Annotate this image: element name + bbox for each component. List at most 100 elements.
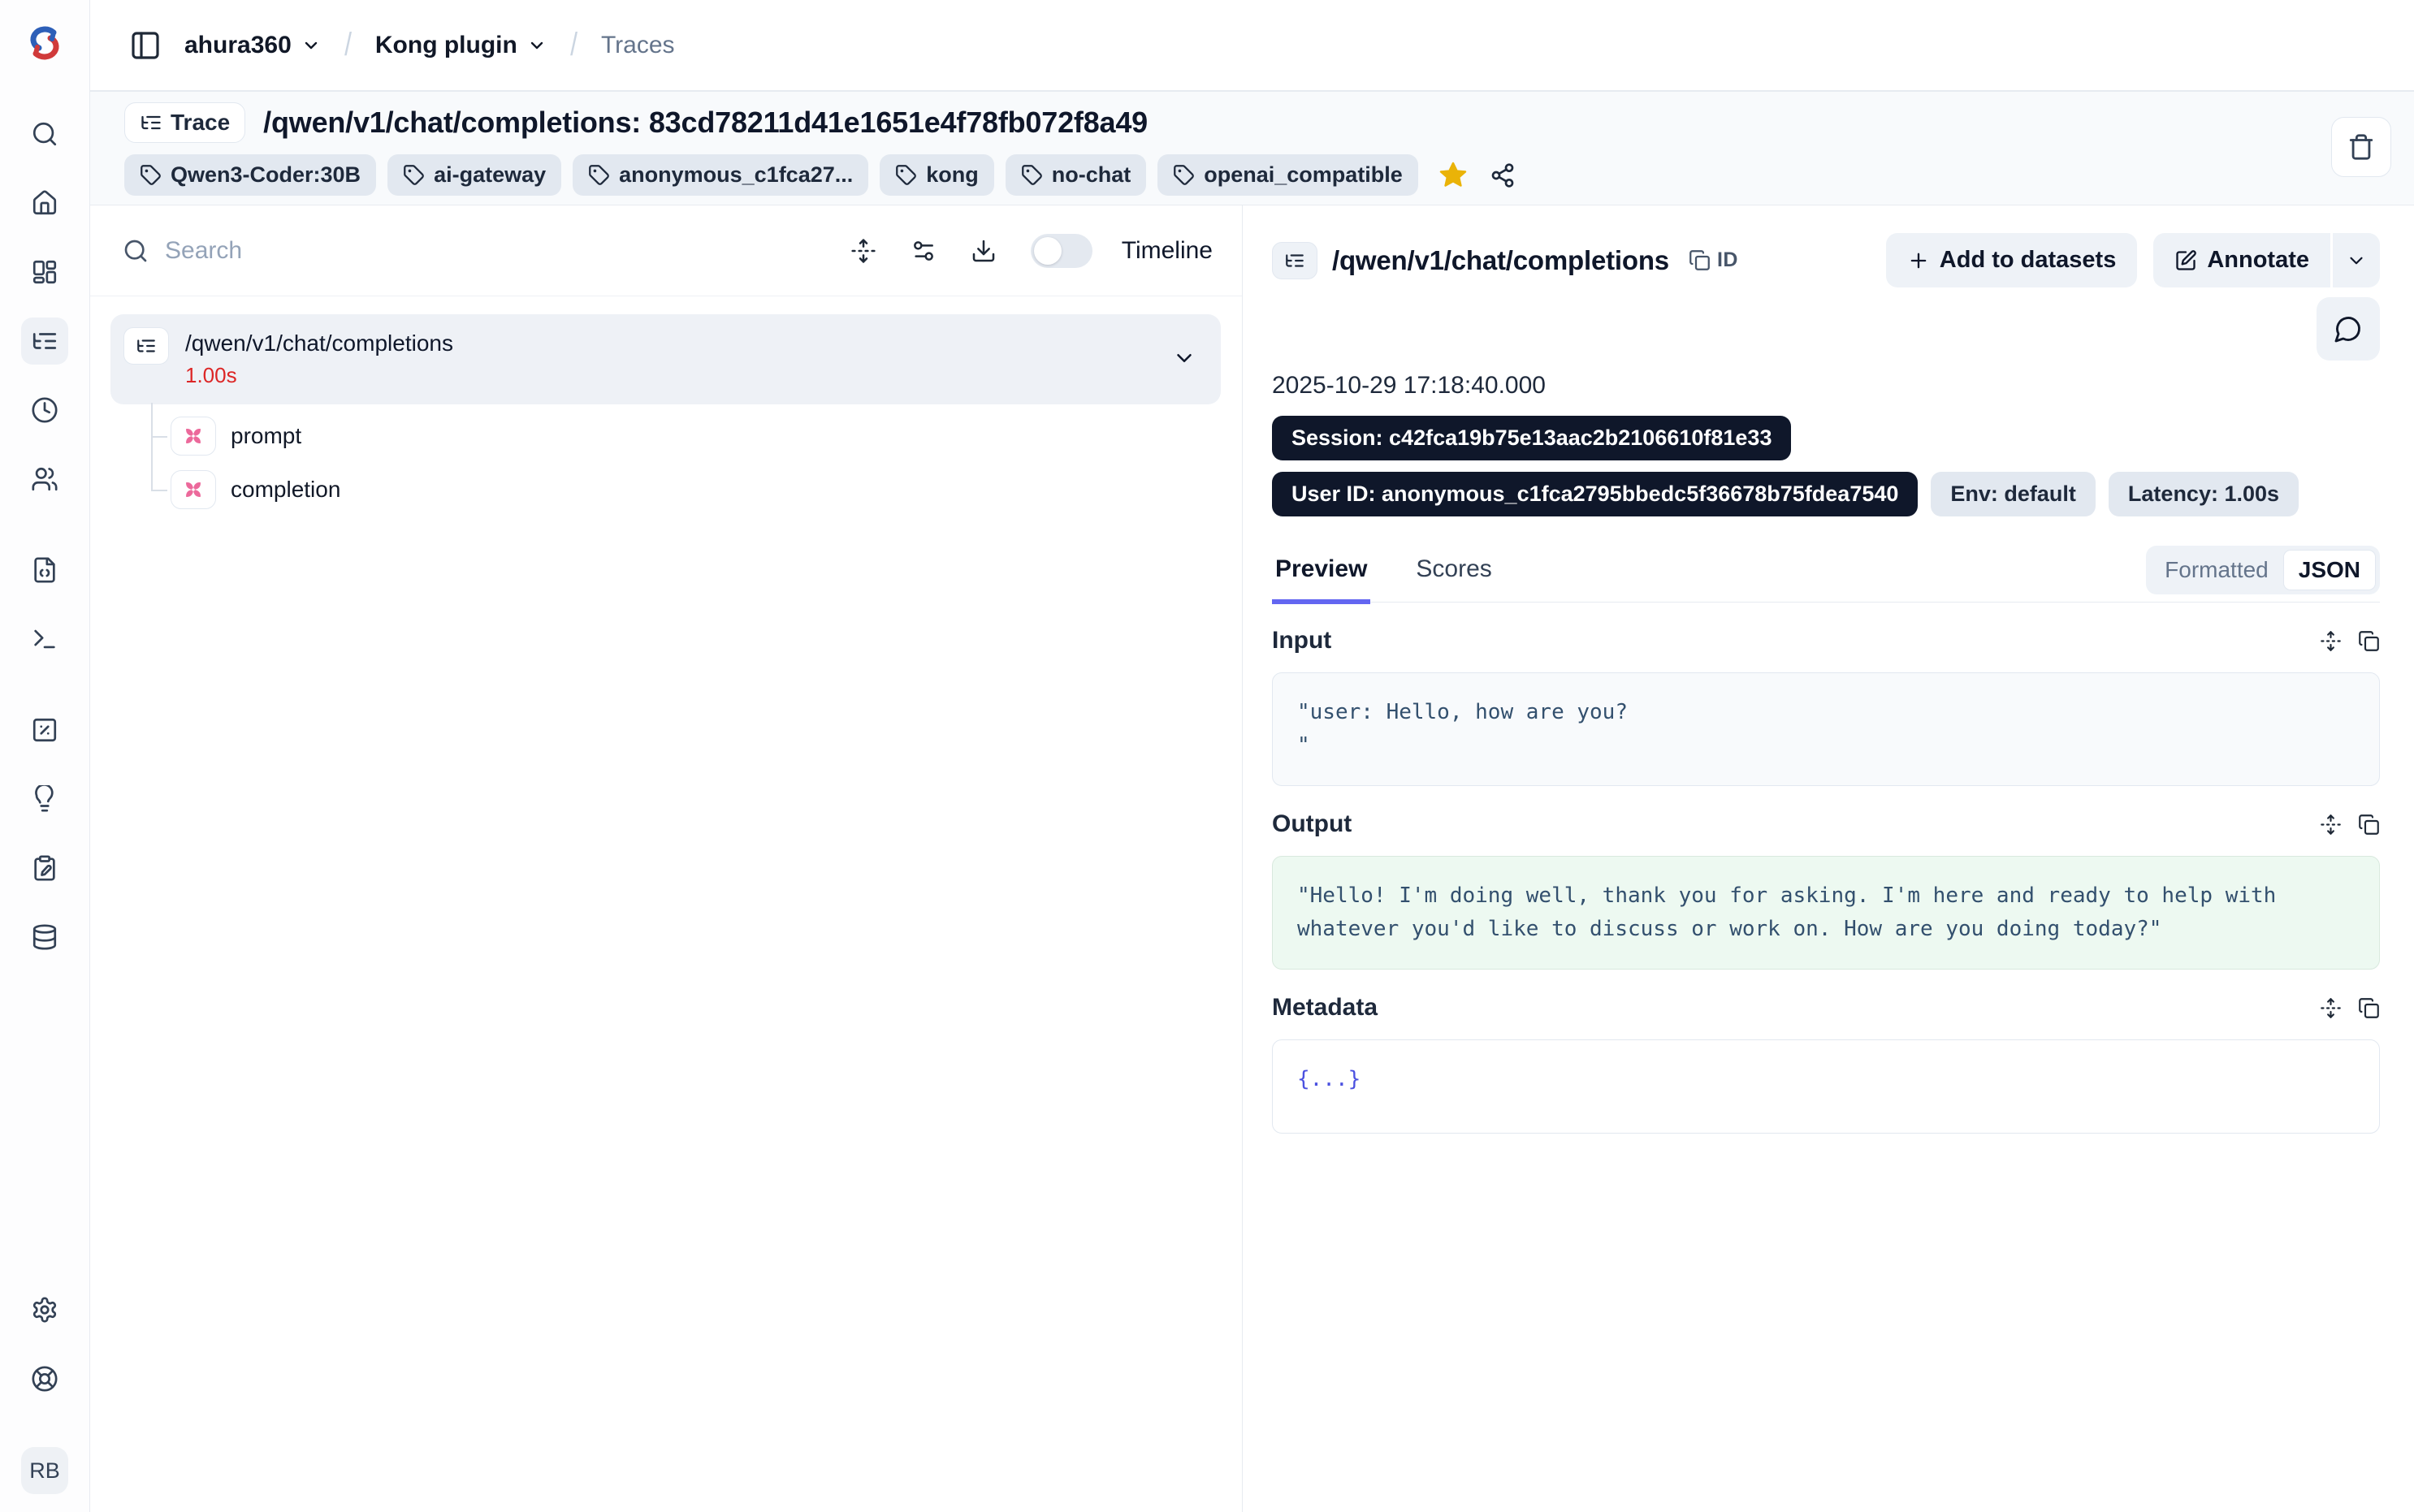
sidebar-nav (21, 110, 68, 961)
sidebar-item-dashboards[interactable] (21, 248, 68, 296)
breadcrumb-project[interactable]: Kong plugin (375, 32, 547, 59)
breadcrumb-org[interactable]: ahura360 (184, 32, 321, 59)
tag-chip[interactable]: anonymous_c1fca27... (573, 154, 868, 196)
copy-section-button[interactable] (2358, 997, 2380, 1019)
copy-icon (2358, 997, 2380, 1019)
input-section-title: Input (1272, 627, 1331, 654)
breadcrumb-page[interactable]: Traces (601, 32, 675, 59)
event-pinwheel-icon (181, 477, 205, 502)
timeline-toggle[interactable] (1031, 234, 1092, 268)
sidebar-item-prompts[interactable] (21, 546, 68, 594)
collapse-all-button[interactable] (850, 238, 876, 264)
list-tree-icon (31, 327, 58, 355)
format-option-json[interactable]: JSON (2283, 550, 2376, 590)
tree-item-completion[interactable]: completion (151, 464, 1221, 515)
sidebar-bottom: RB (21, 1286, 68, 1494)
trace-timestamp: 2025-10-29 17:18:40.000 (1272, 372, 2380, 400)
annotate-dropdown-button[interactable] (2333, 233, 2380, 287)
trace-title: /qwen/v1/chat/completions: 83cd78211d41e… (263, 106, 1148, 140)
tree-item-label: prompt (231, 423, 301, 449)
annotate-button[interactable]: Annotate (2153, 233, 2330, 287)
lightbulb-icon (31, 785, 58, 813)
tag-icon (1173, 164, 1195, 186)
tree-children: prompt (151, 411, 1221, 515)
list-tree-icon (136, 335, 157, 356)
tree-search-row: Timeline (90, 205, 1242, 296)
tag-icon (403, 164, 425, 186)
comments-button[interactable] (2317, 297, 2380, 361)
download-button[interactable] (971, 238, 997, 264)
tree-settings-button[interactable] (911, 238, 937, 264)
metadata-section-title: Metadata (1272, 994, 1378, 1022)
download-icon (971, 238, 997, 264)
sidebar-item-annotation-queues[interactable] (21, 845, 68, 892)
metadata-content[interactable]: {...} (1272, 1039, 2380, 1134)
format-option-formatted[interactable]: Formatted (2150, 551, 2283, 590)
collapse-node-button[interactable] (1172, 346, 1196, 370)
trace-header-band: Trace /qwen/v1/chat/completions: 83cd782… (90, 90, 2414, 205)
copy-section-button[interactable] (2358, 814, 2380, 836)
copy-section-button[interactable] (2358, 630, 2380, 652)
sidebar-item-insights[interactable] (21, 775, 68, 823)
user-id-badge[interactable]: User ID: anonymous_c1fca2795bbedc5f36678… (1272, 472, 1918, 516)
file-code-icon (31, 556, 58, 584)
terminal-icon (31, 625, 58, 653)
sidebar-toggle-button[interactable] (129, 29, 162, 62)
app-logo-icon[interactable] (23, 21, 67, 65)
users-icon (31, 465, 58, 493)
collapse-section-button[interactable] (2320, 997, 2342, 1019)
tag-label: no-chat (1052, 162, 1131, 188)
sidebar-item-playground[interactable] (21, 616, 68, 663)
sidebar-item-search[interactable] (21, 110, 68, 158)
tag-chip[interactable]: Qwen3-Coder:30B (124, 154, 376, 196)
chevron-down-icon (527, 36, 547, 55)
sidebar: RB (0, 0, 90, 1512)
trace-type-badge: Trace (124, 102, 245, 143)
bookmark-star-button[interactable] (1438, 160, 1469, 191)
sidebar-item-settings[interactable] (21, 1286, 68, 1333)
user-avatar[interactable]: RB (21, 1447, 68, 1494)
clock-icon (31, 396, 58, 424)
format-toggle: Formatted JSON (2146, 546, 2380, 594)
comment-bubble-icon (2334, 314, 2363, 343)
sidebar-item-evaluators[interactable] (21, 706, 68, 754)
metadata-section: Metadata {...} (1272, 994, 2380, 1134)
sidebar-item-users[interactable] (21, 456, 68, 503)
share-icon (1490, 162, 1516, 188)
tag-icon (895, 164, 917, 186)
add-to-datasets-button[interactable]: Add to datasets (1886, 233, 2138, 287)
sidebar-item-support[interactable] (21, 1355, 68, 1402)
copy-id-button[interactable]: ID (1689, 248, 1738, 272)
tag-icon (1021, 164, 1043, 186)
tree-root-item[interactable]: /qwen/v1/chat/completions 1.00s (110, 314, 1221, 404)
annotate-label: Annotate (2207, 247, 2309, 274)
share-button[interactable] (1490, 162, 1516, 188)
sidebar-item-traces[interactable] (21, 318, 68, 365)
chevron-down-icon (301, 36, 321, 55)
session-badge[interactable]: Session: c42fca19b75e13aac2b2106610f81e3… (1272, 416, 1791, 460)
trash-icon (2347, 133, 2375, 161)
search-input[interactable] (165, 237, 620, 265)
square-percent-icon (31, 716, 58, 744)
copy-icon (1689, 249, 1711, 271)
sidebar-item-datasets[interactable] (21, 914, 68, 961)
breadcrumb-separator: / (344, 27, 352, 63)
delete-trace-button[interactable] (2331, 117, 2391, 177)
trace-node-badge (1272, 242, 1317, 279)
trace-badge-label: Trace (171, 110, 230, 136)
sidebar-item-sessions[interactable] (21, 387, 68, 434)
sidebar-item-home[interactable] (21, 179, 68, 227)
tag-chip[interactable]: openai_compatible (1157, 154, 1418, 196)
collapse-section-button[interactable] (2320, 630, 2342, 652)
tag-icon (588, 164, 610, 186)
tag-chip[interactable]: kong (880, 154, 994, 196)
tab-scores[interactable]: Scores (1412, 555, 1495, 602)
tab-preview[interactable]: Preview (1272, 555, 1370, 604)
tag-chip[interactable]: no-chat (1006, 154, 1147, 196)
tree-item-prompt[interactable]: prompt (151, 411, 1221, 461)
collapse-section-button[interactable] (2320, 814, 2342, 836)
tag-chip[interactable]: ai-gateway (387, 154, 561, 196)
tag-label: kong (926, 162, 979, 188)
event-node-badge (171, 470, 216, 509)
copy-icon (2358, 814, 2380, 836)
